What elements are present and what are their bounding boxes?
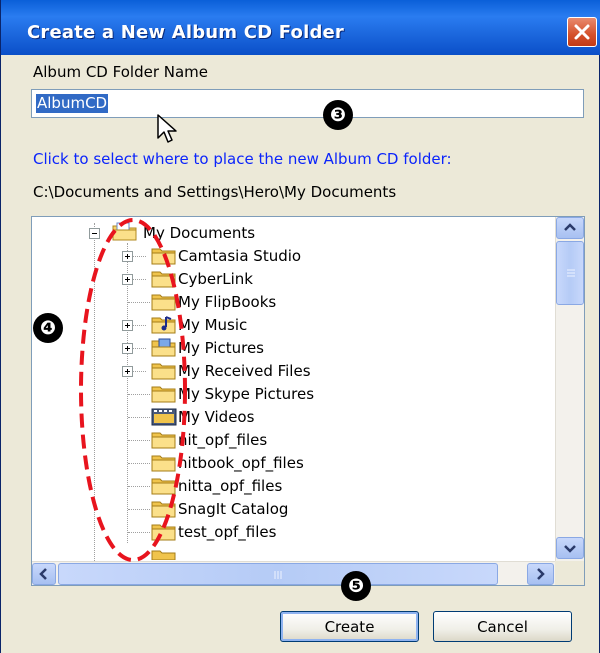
- scroll-up-button[interactable]: [556, 217, 584, 239]
- chevron-left-icon: [39, 568, 47, 580]
- dialog-title: Create a New Album CD Folder: [27, 22, 345, 43]
- step-badge-5: ❺: [341, 571, 371, 601]
- folder-name-input[interactable]: AlbumCD: [31, 89, 584, 118]
- close-button[interactable]: [567, 17, 597, 47]
- chevron-up-icon: [564, 223, 576, 231]
- cancel-button[interactable]: Cancel: [433, 611, 572, 642]
- scroll-left-button[interactable]: [32, 563, 56, 585]
- create-button[interactable]: Create: [280, 611, 419, 642]
- current-path: C:\Documents and Settings\Hero\My Docume…: [33, 183, 397, 201]
- chevron-right-icon: [537, 568, 545, 580]
- dialog-window: Create a New Album CD Folder Album CD Fo…: [0, 0, 600, 653]
- grip-icon: [567, 269, 575, 277]
- scroll-right-button[interactable]: [527, 563, 554, 585]
- folder-name-label: Album CD Folder Name: [33, 63, 209, 81]
- step-badge-4: ❹: [33, 313, 63, 343]
- scroll-corner: [555, 561, 584, 585]
- scroll-down-button[interactable]: [556, 537, 584, 559]
- mouse-cursor-icon: [157, 114, 177, 143]
- chevron-down-icon: [564, 545, 576, 553]
- location-prompt: Click to select where to place the new A…: [33, 150, 452, 168]
- vertical-scroll-thumb[interactable]: [556, 241, 584, 305]
- vertical-scrollbar[interactable]: [555, 217, 584, 561]
- folder-name-value: AlbumCD: [36, 94, 109, 113]
- step-badge-3: ❸: [323, 100, 353, 130]
- close-icon: [574, 24, 590, 40]
- grip-icon: [274, 571, 282, 579]
- highlight-ellipse: [79, 218, 187, 562]
- title-bar[interactable]: Create a New Album CD Folder: [1, 0, 600, 55]
